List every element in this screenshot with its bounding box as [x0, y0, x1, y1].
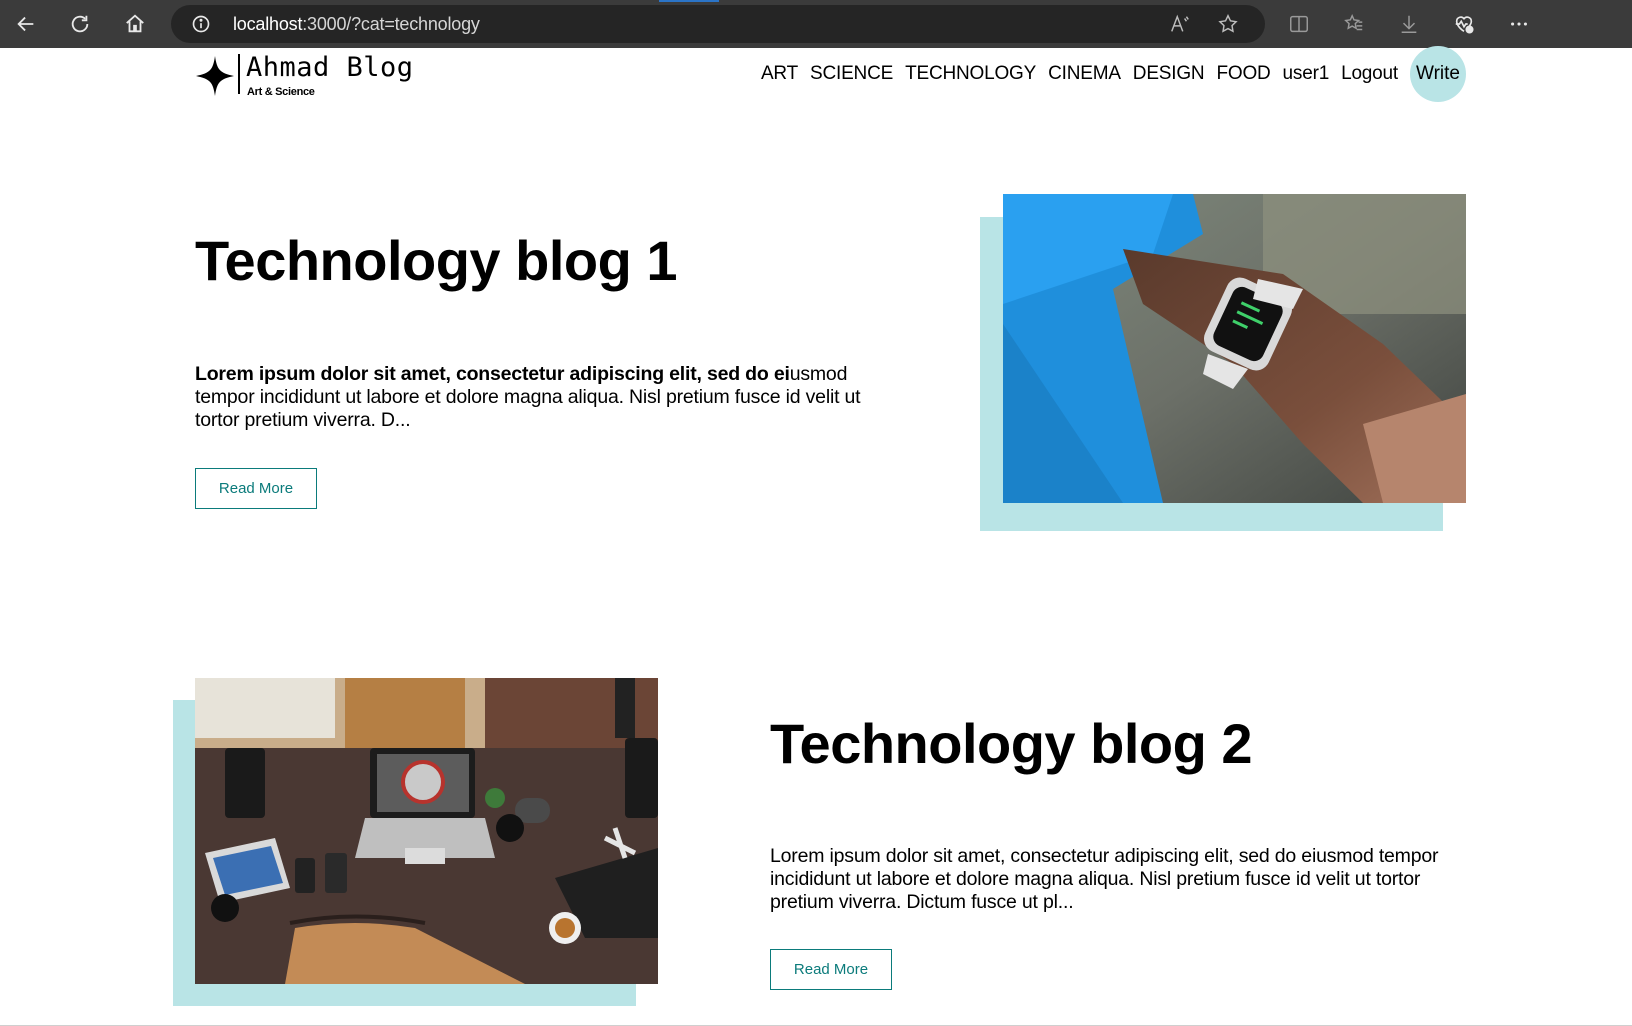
browser-essentials-icon[interactable] — [1453, 13, 1475, 35]
refresh-icon[interactable] — [64, 8, 96, 40]
favorites-list-icon[interactable] — [1343, 13, 1365, 35]
post-description: Lorem ipsum dolor sit amet, consectetur … — [770, 845, 1470, 914]
post-description: Lorem ipsum dolor sit amet, consectetur … — [195, 363, 895, 432]
address-bar[interactable]: localhost:3000/?cat=technology — [171, 5, 1265, 43]
nav-logout[interactable]: Logout — [1341, 63, 1398, 85]
home-icon[interactable] — [119, 8, 151, 40]
active-tab-indicator — [659, 0, 719, 2]
page-content: Ahmad Blog Art & Science ART SCIENCE TEC… — [0, 46, 1632, 1026]
url-host: localhost — [233, 14, 303, 34]
post-title[interactable]: Technology blog 2 — [770, 711, 1253, 776]
logo-diamond-icon — [196, 56, 234, 96]
split-screen-icon[interactable] — [1288, 13, 1310, 35]
read-aloud-icon[interactable] — [1169, 13, 1191, 35]
read-more-button[interactable]: Read More — [195, 468, 317, 509]
nav-technology[interactable]: TECHNOLOGY — [905, 63, 1036, 85]
read-more-button[interactable]: Read More — [770, 949, 892, 990]
main-nav: ART SCIENCE TECHNOLOGY CINEMA DESIGN FOO… — [749, 46, 1466, 102]
logo-divider — [238, 54, 240, 94]
info-icon[interactable] — [191, 14, 211, 34]
post-image-smartwatch[interactable] — [1003, 194, 1466, 503]
nav-cinema[interactable]: CINEMA — [1048, 63, 1121, 85]
nav-science[interactable]: SCIENCE — [810, 63, 893, 85]
nav-design[interactable]: DESIGN — [1133, 63, 1205, 85]
logo-name: Ahmad Blog — [246, 52, 414, 83]
url-path: :3000/?cat=technology — [302, 14, 480, 34]
more-icon[interactable] — [1508, 13, 1530, 35]
write-button[interactable]: Write — [1410, 46, 1466, 102]
back-icon[interactable] — [10, 8, 42, 40]
logo-tagline: Art & Science — [247, 86, 315, 98]
post-title[interactable]: Technology blog 1 — [195, 228, 678, 293]
post-description-rest: Lorem ipsum dolor sit amet, consectetur … — [770, 845, 1439, 913]
post-image-desk[interactable] — [195, 678, 658, 984]
site-logo[interactable]: Ahmad Blog Art & Science — [196, 52, 436, 102]
nav-food[interactable]: FOOD — [1216, 63, 1270, 85]
url-text[interactable]: localhost:3000/?cat=technology — [233, 14, 480, 35]
post-description-bold: Lorem ipsum dolor sit amet, consectetur … — [195, 363, 790, 385]
favorite-star-icon[interactable] — [1217, 13, 1239, 35]
nav-art[interactable]: ART — [761, 63, 798, 85]
browser-toolbar: localhost:3000/?cat=technology — [0, 0, 1632, 48]
downloads-icon[interactable] — [1398, 13, 1420, 35]
nav-user[interactable]: user1 — [1283, 63, 1330, 85]
